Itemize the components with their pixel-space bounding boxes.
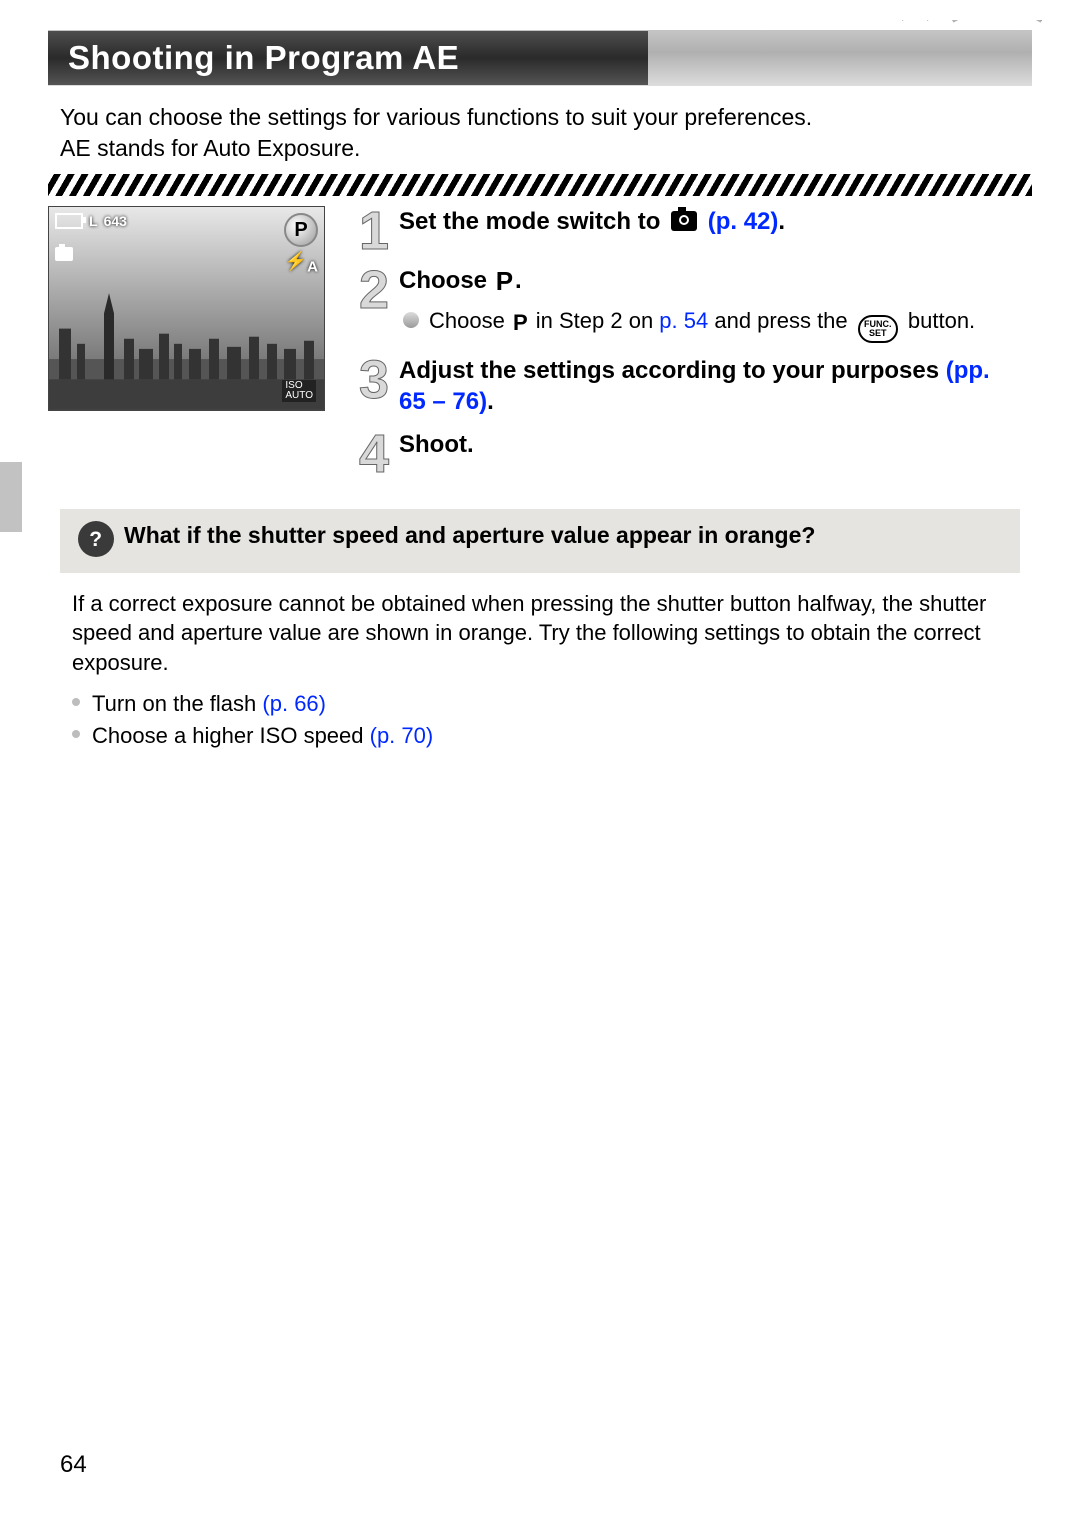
page-link[interactable]: (p. 66) [262, 691, 326, 716]
bullet-icon [403, 312, 419, 328]
flash-indicator: ⚡A [285, 251, 318, 276]
step-2: 2 Choose P. Choose P in Step 2 on p. 54 … [349, 265, 1022, 343]
tip-heading: What if the shutter speed and aperture v… [124, 521, 815, 557]
tip-callout: ? What if the shutter speed and aperture… [60, 509, 1020, 573]
page-link[interactable]: (p. 70) [370, 723, 434, 748]
step-1: 1 Set the mode switch to (p. 42). [349, 206, 1022, 253]
intro-paragraph: You can choose the settings for various … [60, 102, 1020, 164]
content-row: L 643 P ⚡A ISO AUTO 1 [48, 206, 1032, 489]
page-number: 64 [60, 1451, 87, 1479]
shooting-mode-icon [55, 247, 73, 261]
shots-remaining: 643 [104, 213, 127, 229]
p-mode-icon: P [496, 265, 513, 299]
quality-indicator: L [89, 213, 98, 229]
question-icon: ? [78, 521, 114, 557]
tip-list: Turn on the flash (p. 66) Choose a highe… [72, 688, 1020, 752]
intro-line-2: AE stands for Auto Exposure. [60, 135, 360, 161]
step-heading: Adjust the settings according to your pu… [399, 355, 1022, 417]
section-title: Shooting in Program AE [48, 31, 648, 85]
camera-icon [671, 211, 697, 231]
svg-text:?: ? [90, 528, 103, 551]
func-set-button-icon: FUNC.SET [858, 315, 898, 343]
step-4: 4 Shoot. [349, 429, 1022, 476]
camera-lcd-preview: L 643 P ⚡A ISO AUTO [48, 206, 325, 411]
steps-list: 1 Set the mode switch to (p. 42). 2 Choo… [349, 206, 1032, 489]
step-3: 3 Adjust the settings according to your … [349, 355, 1022, 417]
tip-paragraph: If a correct exposure cannot be obtained… [72, 589, 1020, 678]
step-number: 3 [349, 355, 399, 417]
bullet-icon [72, 698, 80, 706]
tip-list-item: Turn on the flash (p. 66) [72, 688, 1020, 720]
mode-badge-icon: P [284, 213, 318, 247]
step-number: 1 [349, 206, 399, 253]
step-heading: Shoot. [399, 429, 1022, 460]
skyline-illustration [49, 288, 324, 410]
step-sub: Choose P in Step 2 on p. 54 and press th… [403, 307, 1022, 343]
battery-icon [55, 213, 83, 229]
step-number: 4 [349, 429, 399, 476]
chapter-tab [0, 462, 22, 532]
lcd-top-left: L 643 [55, 213, 127, 229]
page-link[interactable]: p. 54 [659, 308, 708, 333]
step-number: 2 [349, 265, 399, 343]
step-heading: Set the mode switch to (p. 42). [399, 206, 1022, 237]
tip-list-item: Choose a higher ISO speed (p. 70) [72, 720, 1020, 752]
lcd-top-right: P ⚡A [284, 213, 318, 276]
manual-page: Shooting in Program AE You can choose th… [0, 0, 1080, 1521]
page-link[interactable]: (p. 42) [708, 208, 779, 235]
hatched-divider [48, 174, 1032, 196]
p-mode-icon: P [513, 309, 528, 338]
section-title-bar: Shooting in Program AE [48, 30, 1032, 86]
lcd-left-icons [55, 247, 73, 261]
step-heading: Choose P. [399, 265, 1022, 299]
intro-line-1: You can choose the settings for various … [60, 104, 812, 130]
bullet-icon [72, 730, 80, 738]
